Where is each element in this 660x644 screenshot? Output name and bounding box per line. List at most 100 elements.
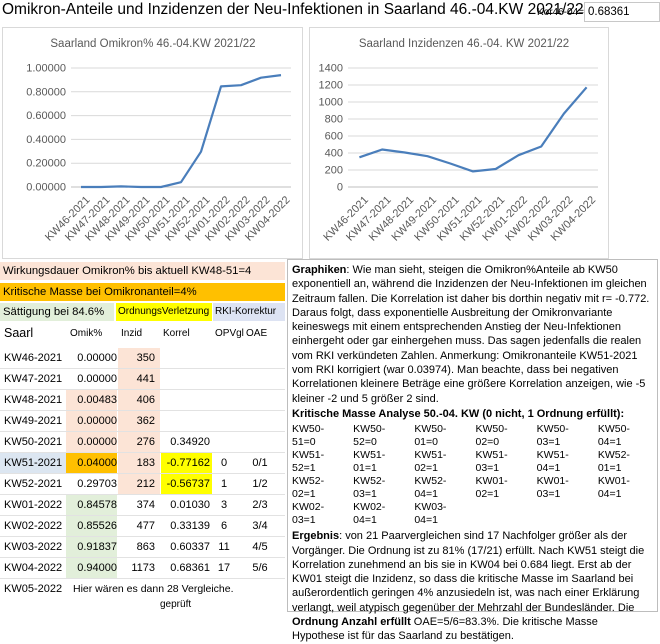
cell-korrel: -0.77162 xyxy=(166,457,210,469)
cell-oae xyxy=(244,369,276,390)
cell-omik: 0.00000 xyxy=(77,436,117,448)
cell-korrel xyxy=(161,348,210,369)
y-tick-label: 0.60000 xyxy=(26,110,66,122)
cell-korrel xyxy=(161,390,210,411)
cell-kw: KW04-2022 xyxy=(4,562,63,574)
y-tick-label: 1400 xyxy=(319,63,343,75)
paarvergleich-item: KW50-52=0 xyxy=(353,423,386,449)
cell-kw: KW48-2021 xyxy=(4,394,63,406)
kritische-masse-text: Kritische Masse bei Omikronanteil=4% xyxy=(3,286,197,298)
cell-oae xyxy=(244,411,276,432)
paarvergleich-item: KW01-02=1 xyxy=(475,475,508,501)
table-row: KW52-2021 0.29703 212 -0.56737 1 1/2 xyxy=(0,474,285,495)
geprueft-label: geprüft xyxy=(160,599,192,610)
paarvergleich-item: KW01-04=1 xyxy=(597,475,630,501)
y-tick-label: 400 xyxy=(325,148,343,160)
cell-omik: 0.00000 xyxy=(77,373,117,385)
cell-korrel xyxy=(161,411,210,432)
cell-omik: 0.85526 xyxy=(77,520,117,532)
analysis-textbox: Graphiken: Wie man sieht, steigen die Om… xyxy=(287,259,658,642)
table-row: KW48-2021 0.00483 406 xyxy=(0,390,285,411)
chart-title: Saarland Inzidenzen 46.-04. KW 2021/22 xyxy=(359,38,569,50)
paarvergleich-item: KW50-51=0 xyxy=(292,423,325,449)
paarvergleich-item: KW52-03=1 xyxy=(353,475,386,501)
cell-oae: 3/4 xyxy=(252,520,268,532)
header-inzid: Inzid xyxy=(121,328,143,339)
cell-opvgl: 17 xyxy=(217,562,231,574)
kritische-masse-heading-text: Kritische Masse Analyse 50.-04. KW (0 ni… xyxy=(292,407,625,420)
correlation-label: Kor46-04= xyxy=(537,7,584,18)
cell-omik: 0.84578 xyxy=(77,499,117,511)
paarvergleich-item: KW51-01=1 xyxy=(353,449,386,475)
omikron-chart[interactable]: Saarland Omikron% 46.-04.KW 2021/22 0.000… xyxy=(2,27,303,259)
cell-kw: KW49-2021 xyxy=(4,415,63,427)
cell-inzid: 863 xyxy=(136,541,155,553)
paarvergleich-item: KW51-03=1 xyxy=(475,449,508,475)
paarvergleich-item: KW01-03=1 xyxy=(536,475,569,501)
y-tick-label: 1000 xyxy=(319,97,343,109)
y-tick-label: 1.00000 xyxy=(26,63,66,75)
table-row: KW03-2022 0.91837 863 0.60337 11 4/5 xyxy=(0,537,285,558)
cell-kw: KW46-2021 xyxy=(4,352,63,364)
saettigung-cell: Sättigung bei 84.6% xyxy=(0,303,114,321)
cell-korrel xyxy=(161,369,210,390)
y-tick-label: 600 xyxy=(325,131,343,143)
ergebnis-paragraph: Ergebnis: von 21 Paarvergleichen sind 17… xyxy=(292,529,653,643)
cell-kw: KW52-2021 xyxy=(4,478,63,490)
cell-korrel: 0.34920 xyxy=(170,436,210,448)
kritische-masse-row: Kritische Masse bei Omikronanteil=4% xyxy=(0,283,285,301)
cell-omik: 0.91837 xyxy=(77,541,117,553)
y-tick-label: 0.00000 xyxy=(26,182,66,194)
cell-inzid: 1173 xyxy=(131,562,155,574)
paarvergleich-item: KW51-52=1 xyxy=(292,449,325,475)
cell-omik: 0.94000 xyxy=(77,562,117,574)
table-row: KW46-2021 0.00000 350 xyxy=(0,348,285,369)
cell-korrel: 0.60337 xyxy=(170,541,210,553)
series-line xyxy=(359,86,588,173)
table-row: KW50-2021 0.00000 276 0.34920 xyxy=(0,432,285,453)
header-oae: OAE xyxy=(246,328,268,339)
table-row-kw05: KW05-2022 Hier wären es dann 28 Vergleic… xyxy=(0,579,285,600)
cell-korrel: 0.01030 xyxy=(170,499,210,511)
y-tick-label: 0 xyxy=(337,182,343,194)
cell-inzid: 350 xyxy=(136,352,155,364)
ordnungsverletzung-cell: OrdnungsVerletzung xyxy=(116,303,212,321)
paarvergleich-item: KW50-02=0 xyxy=(475,423,508,449)
cell-opvgl xyxy=(213,411,235,432)
table-row: KW49-2021 0.00000 362 xyxy=(0,411,285,432)
graphiken-text: : Wie man sieht, steigen die Omikron%Ant… xyxy=(292,264,650,405)
cell-kw: KW50-2021 xyxy=(4,436,63,448)
paarvergleich-item: KW50-01=0 xyxy=(414,423,447,449)
cell-oae xyxy=(244,432,276,453)
cell-oae: 5/6 xyxy=(252,562,268,574)
cell-oae: 1/2 xyxy=(252,478,268,490)
header-opvgl: OPVgl xyxy=(215,328,244,339)
row-kw05-kw: KW05-2022 xyxy=(4,583,63,595)
legend-row: Sättigung bei 84.6% OrdnungsVerletzung R… xyxy=(0,303,285,321)
page-title: Omikron-Anteile und Inzidenzen der Neu-I… xyxy=(2,1,584,18)
table-row: KW47-2021 0.00000 441 xyxy=(0,369,285,390)
paarvergleich-item: KW52-01=1 xyxy=(597,449,630,475)
inzidenz-chart[interactable]: Saarland Inzidenzen 46.-04. KW 2021/22 0 2… xyxy=(309,27,609,259)
wirkungsdauer-text: Wirkungsdauer Omikron% bis aktuell KW48-… xyxy=(3,265,252,277)
cell-oae: 4/5 xyxy=(252,541,268,553)
rki-korrektur-cell: RKI-Korrektur xyxy=(213,303,285,321)
cell-oae: 2/3 xyxy=(252,499,268,511)
cell-opvgl xyxy=(213,390,235,411)
cell-korrel: 0.68361 xyxy=(170,562,210,574)
correlation-value-cell[interactable]: 0.68361 xyxy=(584,2,660,22)
cell-kw: KW03-2022 xyxy=(4,541,63,553)
paarvergleich-item: KW02-03=1 xyxy=(292,501,325,527)
y-tick-label: 0.20000 xyxy=(26,158,66,170)
cell-inzid: 406 xyxy=(136,394,155,406)
graphiken-paragraph: Graphiken: Wie man sieht, steigen die Om… xyxy=(292,263,653,406)
paarvergleich-item: KW03-04=1 xyxy=(414,501,447,527)
header-korrel: Korrel xyxy=(163,328,190,339)
y-tick-label: 800 xyxy=(325,114,343,126)
ergebnis-text: : von 21 Paarvergleichen sind 17 Nachfol… xyxy=(292,530,645,614)
cell-inzid: 183 xyxy=(136,457,155,469)
cell-oae xyxy=(244,390,276,411)
header-saarl: Saarl xyxy=(4,326,34,340)
cell-kw: KW01-2022 xyxy=(4,499,63,511)
wirkungsdauer-row: Wirkungsdauer Omikron% bis aktuell KW48-… xyxy=(0,262,285,280)
